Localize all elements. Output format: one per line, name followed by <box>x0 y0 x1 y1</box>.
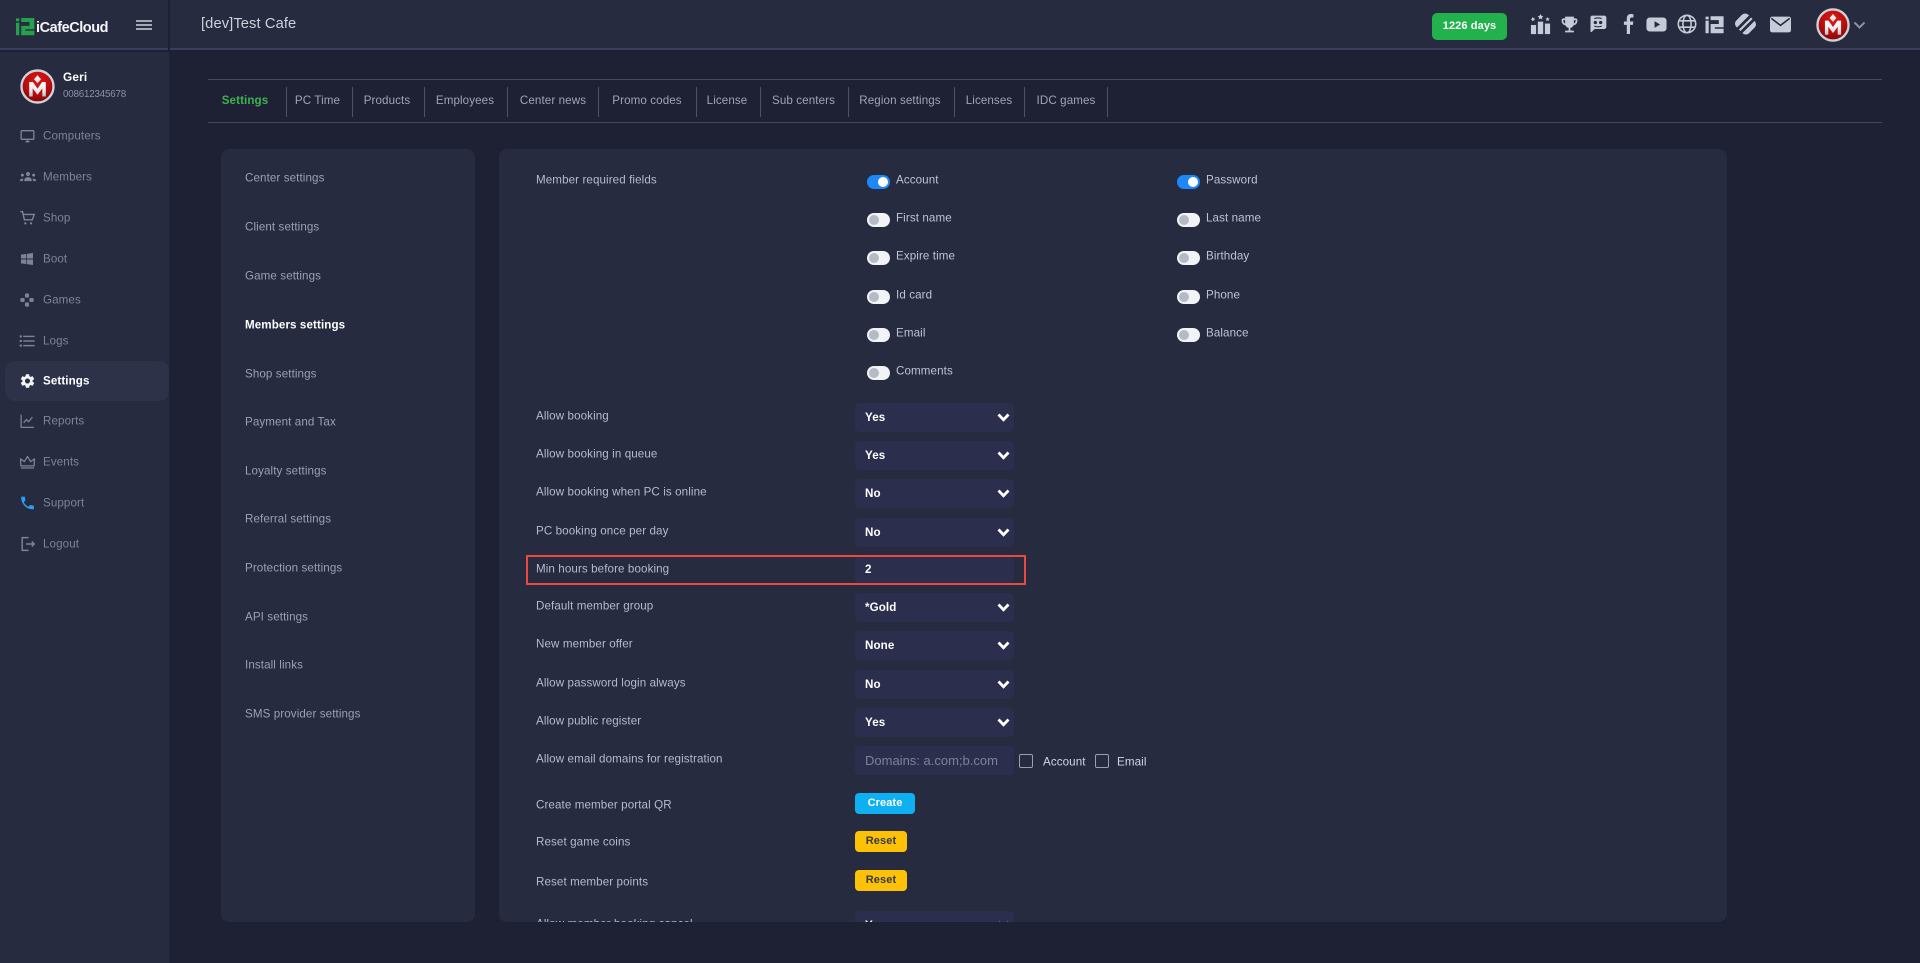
svg-text:iCafeCloud: iCafeCloud <box>36 20 108 36</box>
